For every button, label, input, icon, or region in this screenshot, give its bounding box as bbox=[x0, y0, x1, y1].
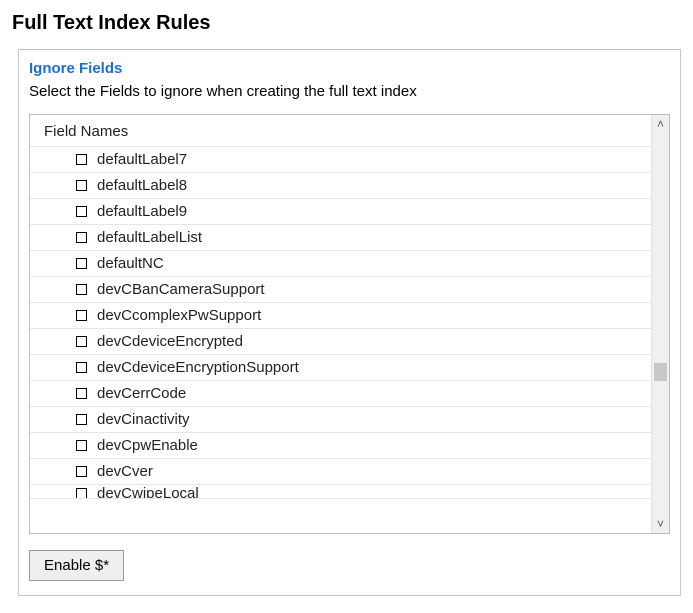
list-item[interactable]: devCwipeLocal bbox=[30, 485, 651, 499]
checkbox-icon[interactable] bbox=[76, 284, 87, 295]
checkbox-icon[interactable] bbox=[76, 362, 87, 373]
enable-button[interactable]: Enable $* bbox=[29, 550, 124, 581]
ignore-fields-heading: Ignore Fields bbox=[29, 60, 670, 77]
scroll-down-icon[interactable]: ˅ bbox=[652, 515, 669, 533]
column-header-field-names: Field Names bbox=[30, 115, 651, 147]
list-item-label: devCwipeLocal bbox=[97, 485, 199, 499]
field-names-list: Field Names defaultLabel7 defaultLabel8 … bbox=[29, 114, 670, 534]
list-item-label: devCinactivity bbox=[97, 411, 190, 428]
list-item-label: devCcomplexPwSupport bbox=[97, 307, 261, 324]
list-item[interactable]: defaultLabelList bbox=[30, 225, 651, 251]
list-item-label: devCBanCameraSupport bbox=[97, 281, 265, 298]
checkbox-icon[interactable] bbox=[76, 180, 87, 191]
checkbox-icon[interactable] bbox=[76, 206, 87, 217]
checkbox-icon[interactable] bbox=[76, 310, 87, 321]
list-item[interactable]: defaultNC bbox=[30, 251, 651, 277]
list-item[interactable]: defaultLabel9 bbox=[30, 199, 651, 225]
list-item[interactable]: devCdeviceEncryptionSupport bbox=[30, 355, 651, 381]
list-item[interactable]: devCdeviceEncrypted bbox=[30, 329, 651, 355]
list-item-label: defaultLabel9 bbox=[97, 203, 187, 220]
checkbox-icon[interactable] bbox=[76, 440, 87, 451]
list-item-label: devCdeviceEncrypted bbox=[97, 333, 243, 350]
scrollbar[interactable]: ˄ ˅ bbox=[651, 115, 669, 533]
checkbox-icon[interactable] bbox=[76, 388, 87, 399]
list-item[interactable]: defaultLabel8 bbox=[30, 173, 651, 199]
list-item-label: defaultLabelList bbox=[97, 229, 202, 246]
checkbox-icon[interactable] bbox=[76, 154, 87, 165]
scroll-thumb[interactable] bbox=[654, 363, 667, 381]
checkbox-icon[interactable] bbox=[76, 414, 87, 425]
checkbox-icon[interactable] bbox=[76, 466, 87, 477]
list-item[interactable]: devCver bbox=[30, 459, 651, 485]
list-item-label: defaultNC bbox=[97, 255, 164, 272]
checkbox-icon[interactable] bbox=[76, 488, 87, 499]
instruction-text: Select the Fields to ignore when creatin… bbox=[29, 83, 670, 100]
scroll-up-icon[interactable]: ˄ bbox=[652, 115, 669, 133]
list-item-label: devCpwEnable bbox=[97, 437, 198, 454]
list-item-label: defaultLabel8 bbox=[97, 177, 187, 194]
checkbox-icon[interactable] bbox=[76, 258, 87, 269]
list-item[interactable]: devCinactivity bbox=[30, 407, 651, 433]
list-item[interactable]: devCBanCameraSupport bbox=[30, 277, 651, 303]
field-names-body: Field Names defaultLabel7 defaultLabel8 … bbox=[30, 115, 651, 533]
list-item[interactable]: devCerrCode bbox=[30, 381, 651, 407]
list-item[interactable]: devCpwEnable bbox=[30, 433, 651, 459]
page-title: Full Text Index Rules bbox=[12, 12, 683, 35]
ignore-fields-panel: Ignore Fields Select the Fields to ignor… bbox=[18, 49, 681, 596]
list-item[interactable]: defaultLabel7 bbox=[30, 147, 651, 173]
list-item[interactable]: devCcomplexPwSupport bbox=[30, 303, 651, 329]
checkbox-icon[interactable] bbox=[76, 336, 87, 347]
checkbox-icon[interactable] bbox=[76, 232, 87, 243]
list-item-label: devCdeviceEncryptionSupport bbox=[97, 359, 299, 376]
list-item-label: devCver bbox=[97, 463, 153, 480]
list-item-label: devCerrCode bbox=[97, 385, 186, 402]
list-item-label: defaultLabel7 bbox=[97, 151, 187, 168]
